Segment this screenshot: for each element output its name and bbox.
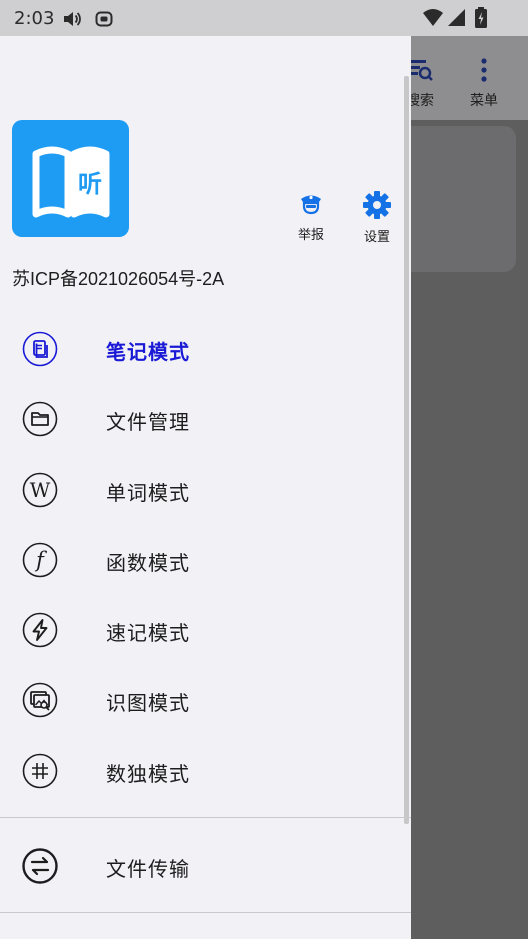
transfer-arrows-icon [22, 848, 58, 884]
menu-label: 菜单 [470, 93, 498, 109]
menu-button[interactable]: 菜单 [454, 56, 514, 110]
svg-text:W: W [30, 478, 51, 502]
file-transfer-label: 文件传输 [106, 857, 190, 881]
app-notification-icon [94, 9, 114, 33]
logo-text: 听 [78, 170, 102, 198]
hash-icon [22, 753, 58, 789]
app-logo: 听 [12, 120, 129, 237]
menu-item-word-mode[interactable]: W 单词模式 [0, 455, 411, 525]
menu-item-label: 函数模式 [106, 550, 190, 575]
icp-license: 苏ICP备2021026054号-2A [12, 269, 225, 289]
menu-item-label: 文件管理 [106, 410, 190, 435]
word-w-icon: W [22, 472, 58, 508]
image-search-icon [22, 682, 58, 718]
wifi-icon [422, 8, 444, 32]
note-icon [22, 331, 58, 367]
report-button[interactable]: 举报 [286, 190, 336, 243]
report-label: 举报 [297, 228, 324, 243]
more-vertical-icon [470, 58, 498, 88]
menu-item-sudoku-mode[interactable]: 数独模式 [0, 736, 411, 806]
drawer-menu: 笔记模式 文件管理 W 单词模式 f 函数模式 速记模式 识图模式 数独模式 [0, 314, 411, 806]
folder-icon [22, 401, 58, 437]
gear-icon [362, 191, 392, 224]
divider [0, 912, 411, 913]
menu-item-file-management[interactable]: 文件管理 [0, 384, 411, 454]
svg-text:f: f [34, 548, 47, 572]
battery-icon [474, 7, 488, 33]
menu-item-label: 识图模式 [106, 691, 190, 716]
menu-item-label: 单词模式 [106, 480, 190, 505]
function-icon: f [22, 542, 58, 578]
police-icon [297, 195, 325, 222]
menu-item-label: 速记模式 [106, 621, 190, 646]
menu-item-note-mode[interactable]: 笔记模式 [0, 314, 411, 384]
lightning-icon [22, 612, 58, 648]
navigation-drawer: 听 举报 设置 苏ICP备2021026054号-2A 笔记模式 文件管理 W … [0, 36, 411, 939]
menu-item-label: 笔记模式 [106, 340, 190, 364]
status-time: 2:03 [14, 8, 55, 29]
volume-icon [62, 10, 82, 32]
menu-item-image-recognition-mode[interactable]: 识图模式 [0, 665, 411, 735]
menu-item-function-mode[interactable]: f 函数模式 [0, 525, 411, 595]
divider [0, 817, 411, 818]
menu-item-shorthand-mode[interactable]: 速记模式 [0, 595, 411, 665]
menu-item-label: 数独模式 [106, 761, 190, 786]
book-icon: 听 [32, 146, 110, 218]
cell-signal-icon [446, 8, 466, 32]
settings-button[interactable]: 设置 [352, 190, 402, 245]
settings-label: 设置 [363, 230, 390, 245]
status-bar: 2:03 [0, 0, 528, 36]
menu-item-file-transfer[interactable]: 文件传输 [0, 831, 411, 901]
